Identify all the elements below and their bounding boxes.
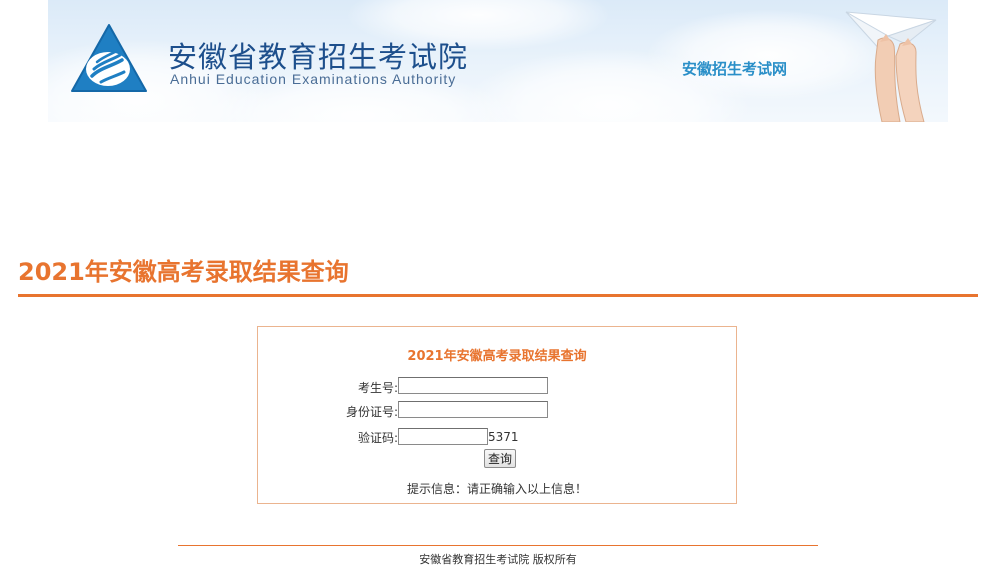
footer-divider	[178, 545, 818, 546]
site-name: 安徽招生考试网	[682, 60, 788, 78]
form-title: 2021年安徽高考录取结果查询	[407, 349, 587, 364]
page: 安徽省教育招生考试院 Anhui Education Examinations …	[0, 0, 996, 583]
aeea-triangle-logo-icon	[71, 24, 147, 92]
org-name-english: Anhui Education Examinations Authority	[170, 71, 457, 87]
captcha-code[interactable]: 5371	[488, 430, 519, 444]
query-form: 2021年安徽高考录取结果查询 考生号: 身份证号: 验证码: 5371 查询 …	[257, 326, 737, 504]
copyright: 安徽省教育招生考试院 版权所有	[419, 553, 577, 566]
title-divider	[18, 294, 978, 297]
paper-plane-hands-icon	[845, 11, 937, 122]
captcha-input[interactable]	[398, 428, 488, 445]
page-title: 2021年安徽高考录取结果查询	[18, 258, 349, 286]
id-number-input[interactable]	[398, 401, 548, 418]
id-number-label: 身份证号:	[345, 405, 398, 419]
hint-message: 提示信息：请正确输入以上信息！	[406, 482, 587, 496]
header-banner: 安徽省教育招生考试院 Anhui Education Examinations …	[48, 0, 948, 122]
org-name: 安徽省教育招生考试院	[168, 40, 469, 74]
exam-number-input[interactable]	[398, 377, 548, 394]
exam-number-label: 考生号:	[357, 381, 398, 395]
captcha-label: 验证码:	[357, 431, 398, 445]
query-button[interactable]: 查询	[484, 449, 517, 468]
